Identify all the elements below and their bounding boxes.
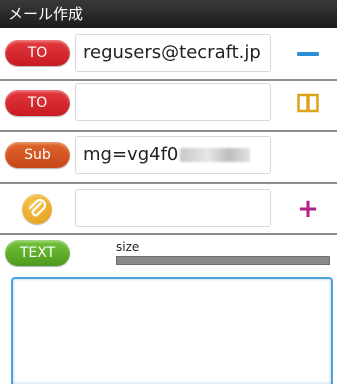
attach-button[interactable] [22,194,52,224]
redacted-text [180,148,251,162]
remove-recipient-button[interactable] [288,38,328,70]
title-bar: メール作成 [0,0,337,28]
book-icon [297,93,319,113]
text-label: TEXT [19,245,56,261]
text-button[interactable]: TEXT [5,240,70,266]
address-book-button[interactable] [288,87,328,119]
plus-icon: + [297,194,319,224]
size-label: size [116,240,140,254]
size-meter [116,256,330,265]
to-field-1[interactable]: regusers@tecraft.jp [75,34,271,72]
to-label-2: TO [27,95,48,111]
to-button-2[interactable]: TO [5,90,70,116]
divider [0,130,337,132]
subject-label: Sub [24,147,51,163]
divider [0,233,337,235]
to-field-1-value: regusers@tecraft.jp [83,42,261,63]
add-attachment-button[interactable]: + [288,193,328,225]
mail-compose-screen: メール作成 TO regusers@tecraft.jp TO Sub mg=v… [0,0,337,384]
divider [0,182,337,184]
attachment-field[interactable] [75,189,271,227]
minus-icon [297,52,319,56]
page-title: メール作成 [8,5,84,23]
paperclip-icon [28,198,47,217]
subject-field[interactable]: mg=vg4f0 [75,136,271,174]
subject-field-value: mg=vg4f0 [83,144,179,165]
to-label-1: TO [27,45,48,61]
to-field-2[interactable] [75,83,271,121]
message-body-textarea[interactable] [11,277,333,384]
to-button-1[interactable]: TO [5,40,70,66]
divider [0,79,337,81]
subject-button[interactable]: Sub [5,142,70,168]
